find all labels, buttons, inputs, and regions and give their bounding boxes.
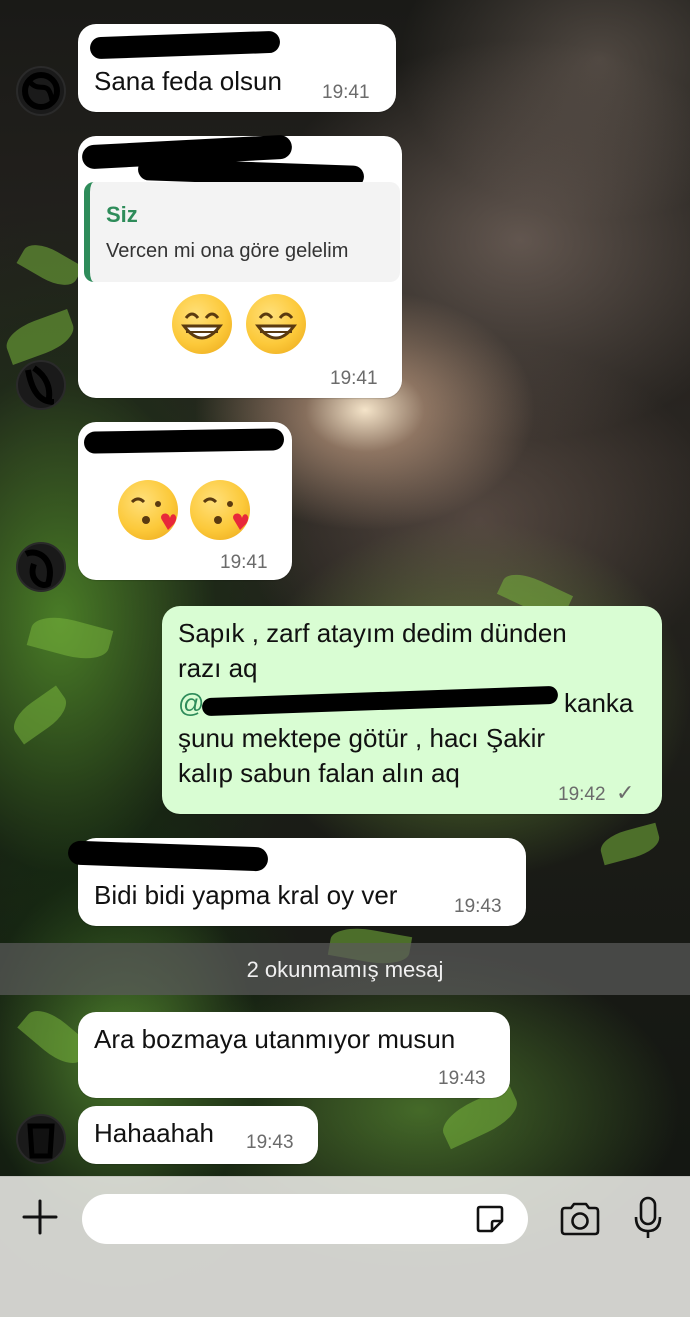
sender-avatar[interactable]	[16, 360, 66, 410]
incoming-message-bubble[interactable]: Siz Vercen mi ona göre gelelim 19:41	[78, 134, 402, 398]
sender-avatar[interactable]	[16, 542, 66, 592]
incoming-message-bubble[interactable]: Sana feda olsun 19:41	[78, 24, 396, 112]
message-text: Bidi bidi yapma kral oy ver	[94, 880, 398, 910]
face-blowing-kiss-emoji	[190, 480, 250, 540]
message-text-line: şunu mektepe götür , hacı Şakir	[178, 723, 546, 753]
message-time: 19:43	[246, 1132, 294, 1153]
wallpaper-leaf	[597, 822, 663, 866]
redacted-sender-name	[83, 428, 285, 454]
redacted-sender-name	[67, 840, 269, 872]
message-time: 19:41	[322, 82, 370, 103]
wallpaper-leaf	[26, 610, 114, 666]
quoted-message[interactable]: Siz Vercen mi ona göre gelelim	[84, 182, 400, 282]
incoming-message-bubble[interactable]: 19:41	[78, 422, 292, 580]
grinning-face-emoji	[172, 294, 232, 354]
sent-check-icon: ✓	[616, 780, 635, 805]
unread-messages-banner: 2 okunmamış mesaj	[0, 943, 690, 995]
wallpaper-leaf	[1, 309, 79, 365]
message-input-bar	[0, 1176, 690, 1317]
wallpaper-leaf	[6, 685, 74, 745]
message-time: 19:41	[220, 552, 268, 573]
message-time: 19:43	[438, 1068, 486, 1089]
message-text-line: Sapık , zarf atayım dedim dünden	[178, 618, 567, 648]
mention-prefix: @	[178, 688, 205, 718]
outgoing-message-bubble[interactable]: Sapık , zarf atayım dedim dünden razı aq…	[162, 606, 662, 814]
message-text-line: kalıp sabun falan alın aq	[178, 758, 460, 788]
sender-avatar[interactable]	[16, 66, 66, 116]
microphone-icon[interactable]	[632, 1195, 664, 1241]
message-text: Sana feda olsun	[94, 66, 282, 96]
incoming-message-bubble[interactable]: Hahaahah 19:43	[78, 1106, 318, 1164]
camera-icon[interactable]	[558, 1199, 602, 1239]
sender-avatar[interactable]	[16, 1114, 66, 1164]
message-text-line: razı aq	[178, 653, 258, 683]
message-text: Ara bozmaya utanmıyor musun	[94, 1024, 456, 1054]
message-time: 19:41	[330, 368, 378, 389]
message-time: 19:42	[558, 784, 606, 805]
incoming-message-bubble[interactable]: Ara bozmaya utanmıyor musun 19:43	[78, 1012, 510, 1098]
wallpaper-leaf	[16, 237, 84, 293]
sticker-icon[interactable]	[474, 1203, 506, 1235]
plus-icon[interactable]	[18, 1195, 62, 1239]
quoted-author: Siz	[106, 202, 138, 227]
grinning-face-emoji	[246, 294, 306, 354]
incoming-message-bubble[interactable]: Bidi bidi yapma kral oy ver 19:43	[67, 838, 526, 926]
message-text: Hahaahah	[94, 1118, 214, 1148]
message-text-line: kanka	[564, 688, 634, 718]
quoted-text: Vercen mi ona göre gelelim	[106, 240, 349, 262]
redacted-sender-name	[89, 30, 281, 60]
message-time: 19:43	[454, 896, 502, 917]
unread-count-text: 2 okunmamış mesaj	[246, 957, 444, 982]
face-blowing-kiss-emoji	[118, 480, 178, 540]
message-input[interactable]	[82, 1194, 528, 1244]
redacted-mention[interactable]	[201, 685, 559, 717]
